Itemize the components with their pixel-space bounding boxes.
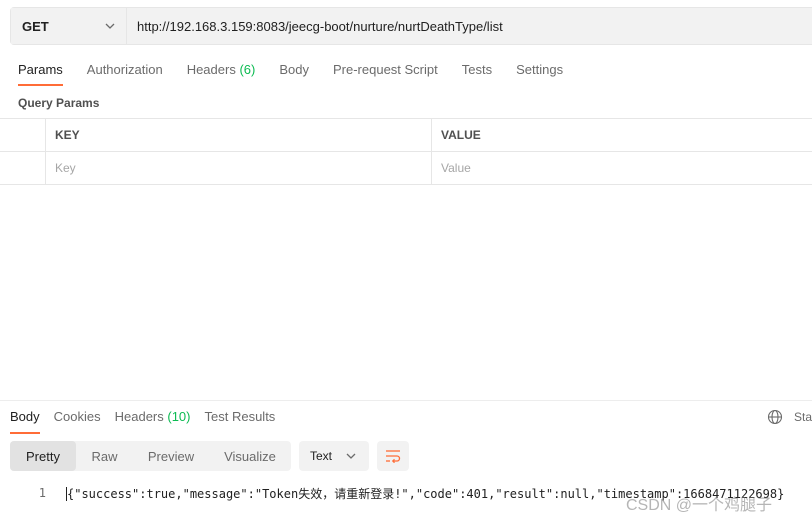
tab-label: Headers [114,409,164,424]
param-key-input[interactable]: Key [46,152,432,184]
key-header-label: KEY [55,128,80,142]
pretty-button[interactable]: Pretty [10,441,76,471]
response-tab-cookies[interactable]: Cookies [54,408,101,434]
key-placeholder: Key [55,161,76,175]
value-column-header: VALUE [432,119,812,151]
tab-label: Authorization [86,62,163,77]
tab-label: Test Results [204,409,276,424]
response-body-line: 1 {"success":true,"message":"Token失效，请重新… [0,484,812,502]
request-bar: GET http://192.168.3.159:8083/jeecg-boot… [10,7,812,45]
request-tabs: Params Authorization Headers (6) Body Pr… [18,60,587,86]
value-placeholder: Value [441,161,471,175]
method-label: GET [22,18,49,34]
params-empty-row: Key Value [0,152,812,185]
response-tabs: Body Cookies Headers (10) Test Results [10,408,289,434]
chevron-down-icon [346,453,356,459]
preview-button[interactable]: Preview [133,441,209,471]
wrap-lines-icon [386,450,401,463]
query-params-title: Query Params [18,96,100,110]
globe-icon[interactable] [767,409,783,425]
response-tab-headers[interactable]: Headers (10) [115,408,191,434]
format-type-label: Text [310,449,333,463]
tab-label: Cookies [53,409,101,424]
format-button-group: Pretty Raw Preview Visualize [10,441,291,471]
visualize-button[interactable]: Visualize [209,441,291,471]
param-value-input[interactable]: Value [432,152,812,184]
tab-params[interactable]: Params [18,60,63,86]
response-divider[interactable] [0,400,812,401]
tab-body[interactable]: Body [279,60,309,86]
format-type-select[interactable]: Text [299,441,369,471]
tab-label: Settings [516,62,564,77]
params-table: KEY VALUE Key Value [0,118,812,185]
tab-settings[interactable]: Settings [516,60,563,86]
tab-label: Body [279,62,309,77]
value-header-label: VALUE [441,128,481,142]
check-column-header [0,119,46,151]
tab-headers[interactable]: Headers (6) [187,60,256,86]
response-tab-test-results[interactable]: Test Results [205,408,276,434]
chevron-down-icon [105,23,115,29]
param-checkbox-cell [0,152,46,184]
tab-pre-request-script[interactable]: Pre-request Script [333,60,438,86]
raw-button[interactable]: Raw [76,441,133,471]
response-status-text: Sta [794,410,812,424]
tab-label: Params [18,62,63,77]
wrap-lines-button[interactable] [377,441,409,471]
tab-label: Pre-request Script [332,62,438,77]
response-tab-body[interactable]: Body [10,408,40,434]
method-select[interactable]: GET [11,8,127,44]
response-body-text[interactable]: {"success":true,"message":"Token失效，请重新登录… [66,485,784,502]
tab-label: Tests [461,62,493,77]
url-input[interactable]: http://192.168.3.159:8083/jeecg-boot/nur… [127,8,812,44]
key-column-header: KEY [46,119,432,151]
params-header-row: KEY VALUE [0,119,812,152]
line-number: 1 [38,486,46,500]
headers-count: (6) [239,62,256,77]
tab-authorization[interactable]: Authorization [87,60,163,86]
tab-label: Body [10,409,40,424]
tab-label: Headers [186,62,236,77]
response-headers-count: (10) [167,409,191,424]
tab-tests[interactable]: Tests [462,60,492,86]
response-json: {"success":true,"message":"Token失效，请重新登录… [67,486,785,501]
